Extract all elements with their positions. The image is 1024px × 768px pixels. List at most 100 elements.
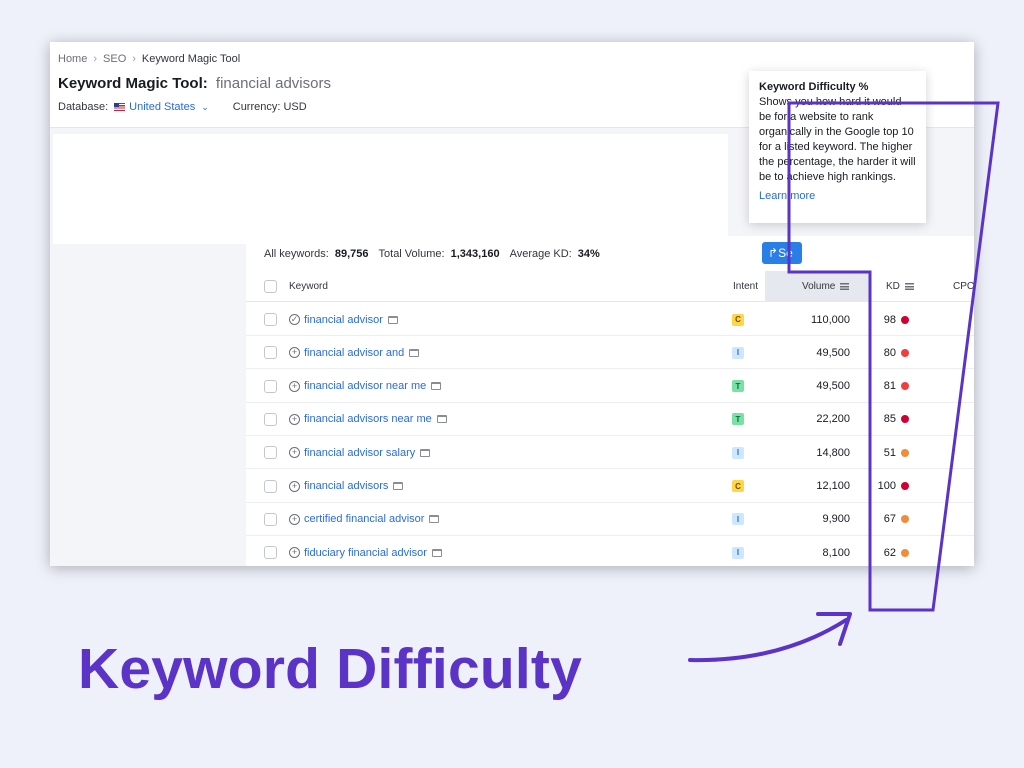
arrow-curve (688, 618, 848, 663)
keyword-link[interactable]: financial advisors near me (304, 413, 432, 425)
kd-cell: 51 (866, 436, 896, 469)
sort-icon[interactable] (840, 283, 850, 290)
kd-tooltip: Keyword Difficulty % Shows you how hard … (749, 71, 926, 223)
table-row[interactable]: + financial advisors near me T 22,200 85 (246, 403, 974, 436)
keyword-link[interactable]: financial advisor (304, 314, 383, 326)
row-checkbox[interactable] (264, 512, 277, 526)
row-checkbox[interactable] (264, 346, 277, 360)
row-checkbox[interactable] (264, 313, 277, 326)
keyword-link[interactable]: certified financial advisor (304, 513, 424, 525)
breadcrumb-seo[interactable]: SEO (103, 53, 126, 65)
kd-value: 98 (883, 313, 896, 326)
serp-features-icon[interactable] (409, 348, 420, 357)
row-checkbox[interactable] (264, 479, 277, 493)
kd-value: 80 (883, 346, 896, 359)
serp-features-icon[interactable] (431, 382, 442, 391)
column-header-cpc[interactable]: CPC (953, 271, 974, 302)
average-kd-value: 34% (577, 248, 600, 260)
learn-more-link[interactable]: Learn more (759, 189, 916, 204)
send-to-button[interactable]: ↱ Se (762, 242, 802, 264)
row-checkbox[interactable] (264, 446, 277, 460)
row-checkbox[interactable] (264, 412, 277, 426)
serp-features-icon[interactable] (420, 448, 431, 457)
kd-indicator-icon (901, 315, 909, 324)
plus-circle-icon[interactable]: + (289, 547, 300, 559)
volume-cell: 9,900 (822, 513, 850, 526)
kd-dot-cell (896, 370, 909, 403)
row-checkbox[interactable] (264, 379, 277, 393)
kd-cell: 62 (866, 536, 896, 566)
kd-indicator-icon (901, 515, 909, 524)
intent-cell: T (732, 403, 744, 436)
chevron-down-icon[interactable]: ⌄ (201, 102, 209, 113)
plus-circle-icon[interactable]: + (289, 447, 300, 459)
serp-features-icon[interactable] (431, 548, 442, 557)
table-header: Keyword Intent Volume KD CPC (246, 271, 974, 302)
keyword-cell: ✓ financial advisor (289, 303, 398, 336)
kd-value: 100 (877, 480, 896, 492)
keyword-link[interactable]: financial advisor and (304, 347, 404, 359)
table-row[interactable]: + financial advisors C 12,100 100 (246, 470, 974, 503)
arrow-head-icon (816, 612, 852, 646)
intent-badge: T (732, 413, 744, 426)
intent-badge: I (732, 446, 744, 459)
intent-cell: I (732, 503, 744, 536)
intent-badge: T (732, 380, 744, 393)
serp-features-icon[interactable] (429, 515, 440, 524)
plus-circle-icon[interactable]: + (289, 413, 300, 425)
tooltip-title: Keyword Difficulty % (759, 81, 869, 93)
column-header-kd[interactable]: KD (886, 271, 914, 302)
intent-badge: I (732, 546, 744, 559)
kd-indicator-icon (901, 482, 909, 490)
page-title-tool: Keyword Magic Tool: (58, 75, 208, 92)
keyword-cell: + financial advisors near me (289, 403, 447, 436)
intent-cell: I (732, 336, 744, 369)
row-checkbox-cell (264, 336, 277, 369)
table-row[interactable]: + financial advisor and I 49,500 80 (246, 336, 974, 370)
column-header-intent[interactable]: Intent (733, 271, 758, 302)
volume-cell: 49,500 (816, 346, 850, 359)
database-label: Database: (58, 101, 109, 113)
plus-circle-icon[interactable]: + (289, 480, 300, 492)
keyword-link[interactable]: financial advisor near me (304, 380, 426, 392)
plus-circle-icon[interactable]: + (289, 347, 300, 359)
table-summary: All keywords: 89,756 Total Volume: 1,343… (264, 248, 600, 260)
intent-cell: C (732, 303, 744, 336)
kd-cell: 85 (866, 403, 896, 436)
us-flag-icon (114, 103, 126, 111)
sort-icon[interactable] (904, 283, 914, 290)
kd-value: 62 (883, 546, 896, 559)
column-header-volume[interactable]: Volume (802, 271, 850, 302)
table-row[interactable]: + fiduciary financial advisor I 8,100 62 (246, 536, 974, 566)
row-checkbox-cell (264, 370, 277, 403)
intent-badge: C (732, 313, 744, 326)
row-checkbox[interactable] (264, 546, 277, 560)
plus-circle-icon[interactable]: + (289, 380, 300, 392)
currency-label: Currency: USD (232, 101, 307, 113)
intent-badge: I (732, 513, 744, 526)
keyword-link[interactable]: financial advisor salary (304, 447, 415, 459)
breadcrumb-home[interactable]: Home (58, 53, 87, 65)
serp-features-icon[interactable] (393, 482, 404, 490)
page-title-query: financial advisors (215, 75, 331, 92)
kd-value: 81 (883, 380, 896, 393)
serp-features-icon[interactable] (436, 415, 447, 424)
keyword-link[interactable]: financial advisors (304, 480, 388, 492)
kd-value: 51 (883, 446, 896, 459)
kd-cell: 81 (866, 370, 896, 403)
database-dropdown[interactable]: United States (129, 101, 195, 113)
plus-circle-icon[interactable]: + (289, 513, 300, 525)
kd-cell: 80 (866, 336, 896, 369)
column-header-keyword[interactable]: Keyword (289, 271, 328, 302)
serp-features-icon[interactable] (387, 315, 398, 324)
all-keywords-count: 89,756 (334, 248, 369, 260)
table-row[interactable]: + financial advisor near me T 49,500 81 (246, 370, 974, 403)
table-row[interactable]: ✓ financial advisor C 110,000 98 (246, 303, 974, 336)
volume-cell: 8,100 (822, 546, 850, 559)
check-circle-icon[interactable]: ✓ (289, 314, 300, 325)
keyword-link[interactable]: fiduciary financial advisor (304, 547, 427, 559)
kd-indicator-icon (901, 548, 909, 557)
table-row[interactable]: + certified financial advisor I 9,900 67 (246, 503, 974, 536)
select-all-checkbox[interactable] (264, 280, 277, 293)
table-row[interactable]: + financial advisor salary I 14,800 51 (246, 436, 974, 470)
